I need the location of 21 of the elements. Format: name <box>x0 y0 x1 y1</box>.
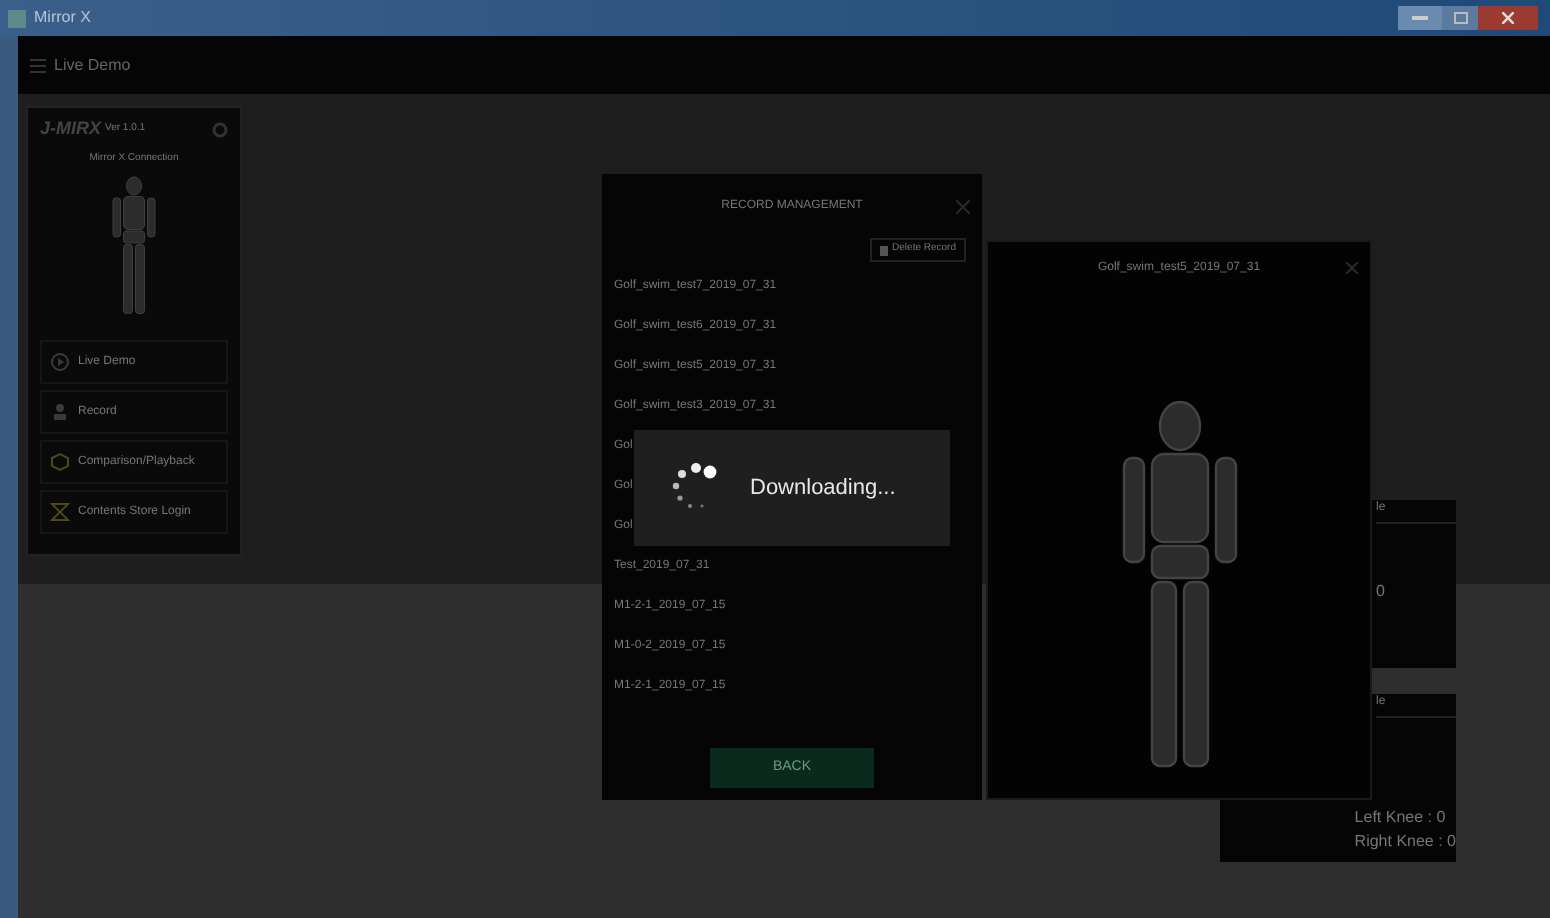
person-icon <box>50 402 70 422</box>
loading-message: Downloading... <box>750 473 896 504</box>
settings-icon[interactable] <box>212 121 228 138</box>
hourglass-icon <box>50 502 70 522</box>
play-circle-icon <box>50 352 70 372</box>
close-icon[interactable] <box>1346 262 1358 274</box>
knee-angle-text: Right Knee : 0 <box>1354 830 1456 854</box>
window-title: Mirror X <box>34 6 91 30</box>
close-icon <box>1502 12 1514 24</box>
app-icon <box>8 9 26 27</box>
app-bar-title: Live Demo <box>54 53 131 77</box>
logo: J-MIRX <box>40 116 102 142</box>
maximize-button[interactable] <box>1442 6 1478 30</box>
spinner-icon <box>670 462 722 514</box>
angle-value: 0 <box>1376 580 1387 604</box>
close-icon[interactable] <box>956 199 970 213</box>
minimize-button[interactable] <box>1398 6 1442 30</box>
knee-angle-text: Left Knee : 0 <box>1354 806 1448 830</box>
close-button[interactable] <box>1478 6 1538 30</box>
trash-icon <box>880 245 889 255</box>
menu-icon[interactable] <box>30 57 46 73</box>
